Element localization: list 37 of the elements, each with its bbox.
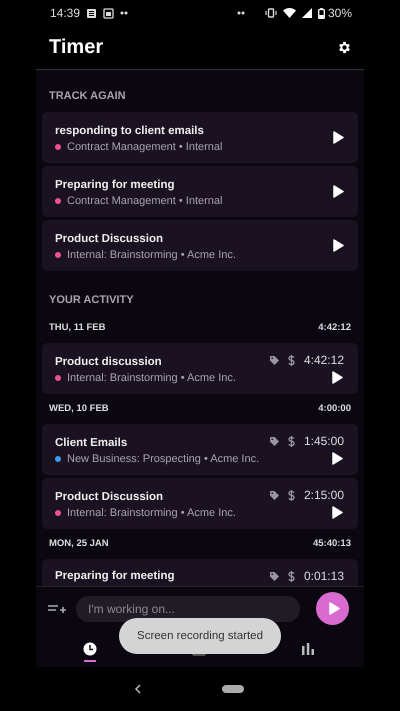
project-client: New Business: Prospecting • Acme Inc. (67, 452, 260, 464)
entry-duration: 0:01:13 (304, 569, 344, 583)
input-field[interactable]: I'm working on... (76, 596, 300, 622)
entry-card[interactable]: Product Discussion Internal: Brainstorming • Acme Inc. (42, 220, 358, 271)
entry-card[interactable]: Product discussion Internal: Brainstorming • Acme Inc. 4:42:12 (42, 343, 358, 394)
clock-time: 14:39 (50, 6, 80, 20)
project-client: Internal: Brainstorming • Acme Inc. (67, 248, 236, 260)
entry-duration: 4:42:12 (304, 353, 344, 367)
day-total: 4:42:12 (318, 322, 351, 333)
entry-title: responding to client emails (55, 124, 205, 136)
project-client: Contract Management • Internal (67, 140, 222, 152)
day-total: 4:00:00 (318, 403, 351, 414)
day-date: MON, 25 JAN (49, 538, 109, 549)
entry-card[interactable]: Product Discussion Internal: Brainstorming • Acme Inc. 2:15:00 (42, 478, 358, 529)
screen-title: Timer (49, 36, 104, 59)
entry-title: Preparing for meeting (55, 178, 176, 190)
day-total: 45:40:13 (312, 538, 351, 549)
entry-card[interactable]: responding to client emails Contract Management • Internal (42, 112, 358, 163)
recording-toast: Screen recording started (119, 618, 281, 654)
entry-title: Product Discussion (55, 490, 164, 502)
day-date: THU, 11 FEB (49, 322, 106, 333)
entry-title: Product discussion (55, 356, 163, 368)
entry-title: Client Emails (55, 436, 128, 448)
project-client: Contract Management • Internal (67, 194, 222, 206)
entry-card[interactable]: Client Emails New Business: Prospecting • Acme Inc. 1:45:00 (42, 424, 358, 475)
project-client: Internal: Brainstorming • Acme Inc. (67, 372, 236, 384)
day-date: WED, 10 FEB (49, 403, 109, 414)
entry-card[interactable]: Preparing for meeting Contract Management • Internal (42, 166, 358, 217)
entry-card[interactable]: Preparing for meeting 0:01:13 (42, 559, 358, 586)
section-heading: YOUR ACTIVITY (48, 293, 135, 308)
entry-title: Product Discussion (55, 232, 164, 244)
section-heading: TRACK AGAIN (48, 89, 127, 104)
entry-duration: 2:15:00 (304, 488, 344, 502)
entry-title: Preparing for meeting (55, 570, 174, 582)
project-client: Internal: Brainstorming • Acme Inc. (67, 506, 236, 518)
battery-level: 30% (328, 6, 352, 20)
entry-duration: 1:45:00 (304, 434, 344, 448)
